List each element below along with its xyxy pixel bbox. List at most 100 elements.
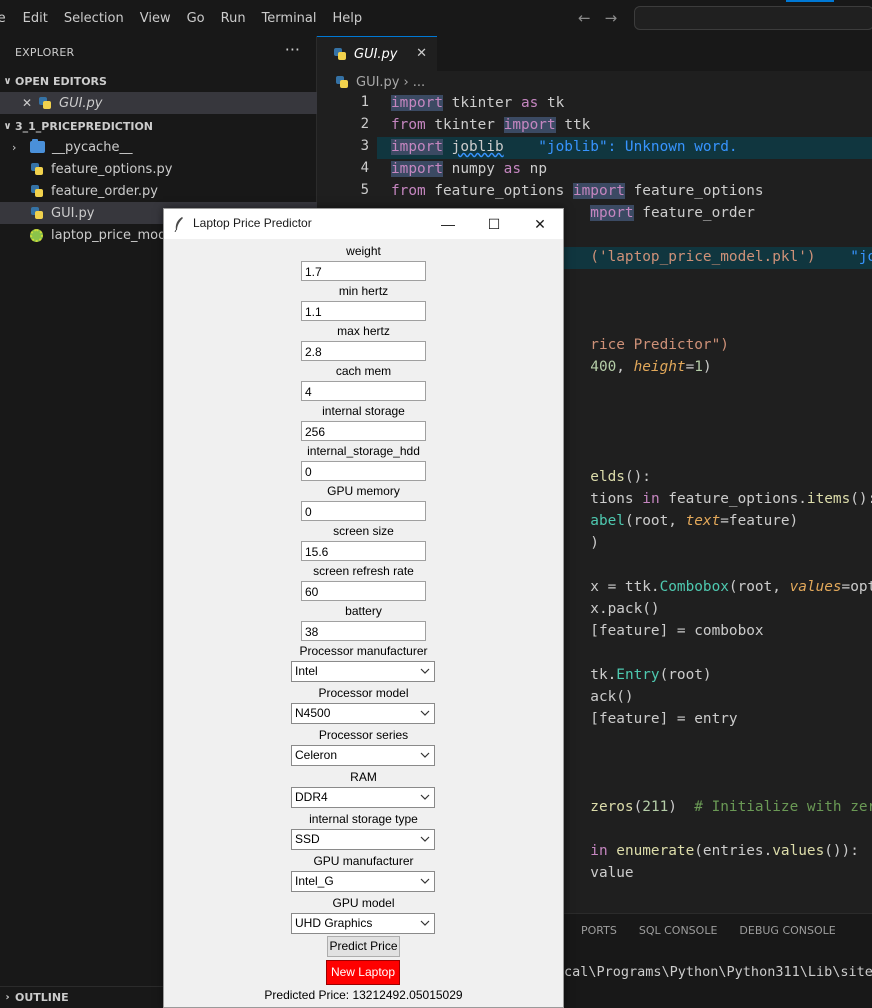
processor-model-select[interactable]: N4500 <box>291 703 435 724</box>
tk-title-bar[interactable]: Laptop Price Predictor — ☐ ✕ <box>164 209 563 239</box>
select-value: N4500 <box>295 706 331 720</box>
tree-item-label: GUI.py <box>51 205 95 221</box>
tab-sql-console[interactable]: SQL CONSOLE <box>639 924 718 937</box>
predict-price-button[interactable]: Predict Price <box>327 936 400 957</box>
breadcrumb-more[interactable]: ... <box>413 75 425 90</box>
minimize-icon[interactable]: — <box>425 212 471 236</box>
command-center-search[interactable] <box>634 6 872 30</box>
terminal-output: cal\Programs\Python\Python311\Lib\site <box>564 964 872 980</box>
field-label: GPU memory <box>327 484 400 498</box>
tree-item-label: feature_order.py <box>51 183 158 199</box>
outline-label: OUTLINE <box>15 991 69 1004</box>
internal-storage-input[interactable] <box>301 421 426 441</box>
back-arrow-icon[interactable]: ← <box>578 9 591 27</box>
menu-help[interactable]: Help <box>333 11 379 26</box>
processor-manufacturer-select[interactable]: Intel <box>291 661 435 682</box>
select-value: Intel <box>295 664 318 678</box>
screen-size-input[interactable] <box>301 541 426 561</box>
gpu-memory-input[interactable] <box>301 501 426 521</box>
project-folder-label: 3_1_PRICEPREDICTION <box>15 119 154 133</box>
breadcrumb-file[interactable]: GUI.py <box>356 75 400 90</box>
processor-series-select[interactable]: Celeron <box>291 745 435 766</box>
menu-selection[interactable]: Selection <box>64 11 140 26</box>
tree-item-label: feature_options.py <box>51 161 173 177</box>
min-hertz-input[interactable] <box>301 301 426 321</box>
chevron-down-icon <box>420 794 430 800</box>
gpu-model-select[interactable]: UHD Graphics <box>291 913 435 934</box>
field-label: GPU manufacturer <box>313 854 414 868</box>
tk-form: weight min hertz max hertz cach mem inte… <box>164 239 563 1007</box>
ram-select[interactable]: DDR4 <box>291 787 435 808</box>
select-value: SSD <box>295 832 320 846</box>
line-number: 3 <box>360 138 369 154</box>
cache-mem-input[interactable] <box>301 381 426 401</box>
maximize-icon[interactable]: ☐ <box>471 212 517 236</box>
open-editors-label: OPEN EDITORS <box>15 74 107 88</box>
python-file-icon <box>333 47 347 61</box>
tab-debug-console[interactable]: DEBUG CONSOLE <box>739 924 835 937</box>
breadcrumb: GUI.py › ... <box>317 71 872 93</box>
new-laptop-button[interactable]: New Laptop <box>326 960 400 985</box>
screen-refresh-rate-input[interactable] <box>301 581 426 601</box>
editor-tabs: GUI.py ✕ <box>317 36 872 71</box>
field-label: weight <box>346 244 381 258</box>
tab-gui-py[interactable]: GUI.py ✕ <box>317 36 437 71</box>
field-label: Processor model <box>318 686 409 700</box>
tab-ports[interactable]: PORTS <box>581 924 617 937</box>
select-value: DDR4 <box>295 790 328 804</box>
internal-storage-hdd-input[interactable] <box>301 461 426 481</box>
code-line: from feature_options import feature_opti… <box>391 183 764 199</box>
feather-icon <box>174 217 183 232</box>
chevron-down-icon <box>420 752 430 758</box>
field-label: RAM <box>350 770 377 784</box>
more-actions-icon[interactable]: ··· <box>285 40 300 59</box>
open-editor-item[interactable]: ✕ GUI.py <box>0 92 317 114</box>
open-editors-header[interactable]: ∨ OPEN EDITORS <box>0 70 317 92</box>
tab-label: GUI.py <box>354 46 398 62</box>
field-label: screen size <box>333 524 394 538</box>
field-label: min hertz <box>338 284 389 298</box>
tree-item-feature-order[interactable]: feature_order.py <box>0 180 317 202</box>
chevron-down-icon <box>420 878 430 884</box>
accent-strip <box>786 0 834 2</box>
select-value: Intel_G <box>295 874 334 888</box>
line-number: 2 <box>360 116 369 132</box>
close-icon[interactable]: ✕ <box>517 212 563 236</box>
breadcrumb-separator: › <box>403 74 409 90</box>
predicted-price-text: Predicted Price: 13212492.05015029 <box>264 988 463 1002</box>
nav-arrows: ← → <box>578 9 617 27</box>
open-editor-label: GUI.py <box>59 95 103 111</box>
field-label: battery <box>345 604 382 618</box>
menu-edit[interactable]: Edit <box>23 11 64 26</box>
chevron-down-icon <box>420 668 430 674</box>
python-file-icon <box>30 162 44 176</box>
field-label: internal_storage_hdd <box>307 444 420 458</box>
battery-input[interactable] <box>301 621 426 641</box>
close-icon[interactable]: ✕ <box>22 96 36 110</box>
menu-go[interactable]: Go <box>187 11 221 26</box>
menu-file[interactable]: le <box>0 11 23 26</box>
tree-item-feature-options[interactable]: feature_options.py <box>0 158 317 180</box>
explorer-title: EXPLORER <box>15 46 75 59</box>
close-tab-icon[interactable]: ✕ <box>416 46 427 61</box>
code-line: import numpy as np <box>391 161 547 177</box>
gpu-manufacturer-select[interactable]: Intel_G <box>291 871 435 892</box>
forward-arrow-icon[interactable]: → <box>605 9 618 27</box>
python-file-icon <box>30 184 44 198</box>
line-number: 5 <box>360 182 369 198</box>
project-folder-header[interactable]: ∨ 3_1_PRICEPREDICTION <box>0 115 317 137</box>
tk-window: Laptop Price Predictor — ☐ ✕ weight min … <box>163 208 564 1008</box>
weight-input[interactable] <box>301 261 426 281</box>
menu-run[interactable]: Run <box>221 11 262 26</box>
internal-storage-type-select[interactable]: SSD <box>291 829 435 850</box>
menu-view[interactable]: View <box>140 11 187 26</box>
select-value: Celeron <box>295 748 338 762</box>
field-label: Processor series <box>318 728 409 742</box>
tree-item-pycache[interactable]: › __pycache__ <box>0 136 317 158</box>
folder-icon <box>30 139 45 153</box>
tree-item-label: laptop_price_model <box>51 227 178 243</box>
tk-window-title: Laptop Price Predictor <box>193 216 312 230</box>
chevron-down-icon <box>420 920 430 926</box>
max-hertz-input[interactable] <box>301 341 426 361</box>
menu-terminal[interactable]: Terminal <box>262 11 333 26</box>
